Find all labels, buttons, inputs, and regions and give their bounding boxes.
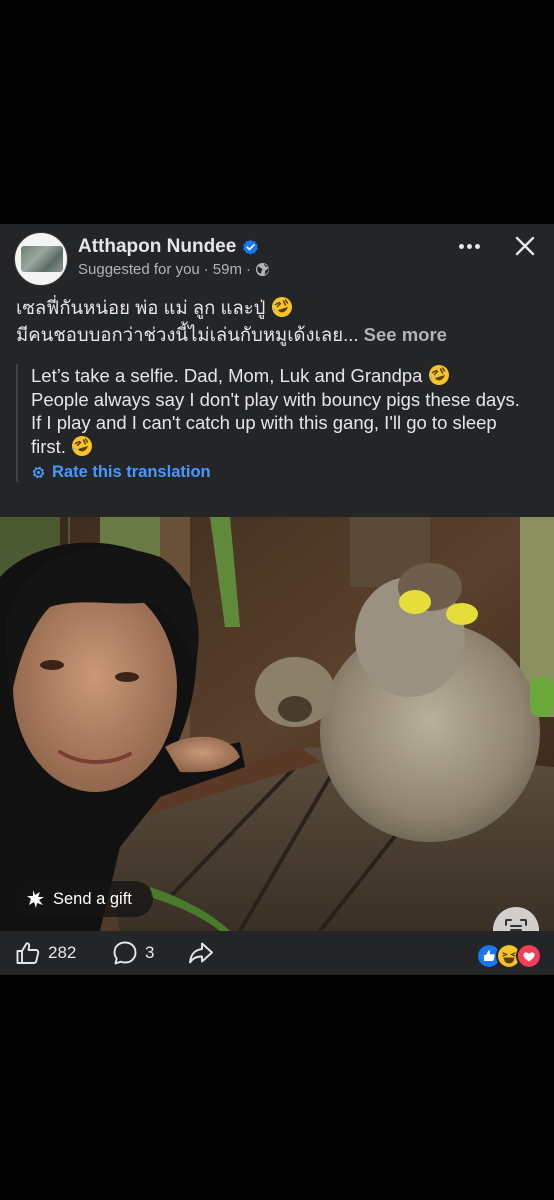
translation-text: Let’s take a selfie. Dad, Mom, Luk and G… xyxy=(31,364,536,458)
share-icon xyxy=(189,942,213,964)
translation-line: Let’s take a selfie. Dad, Mom, Luk and G… xyxy=(31,364,536,388)
comment-count: 3 xyxy=(145,943,155,962)
comment-icon xyxy=(113,941,137,965)
original-text-line: เซลฟี่กันหน่อย พ่อ แม่ ลูก และปู่ xyxy=(16,294,541,321)
rolling-laughing-emoji xyxy=(428,365,449,385)
text-scan-icon xyxy=(505,919,527,931)
translation-line-1: Let’s take a selfie. Dad, Mom, Luk and G… xyxy=(31,365,423,386)
more-options-button[interactable] xyxy=(455,234,483,258)
rolling-laughing-emoji xyxy=(271,297,292,317)
avatar-photo xyxy=(21,246,63,272)
gift-icon xyxy=(27,890,44,908)
gear-icon xyxy=(32,466,45,479)
send-gift-button[interactable]: Send a gift xyxy=(15,881,153,917)
comment-button[interactable]: 3 xyxy=(112,931,154,975)
share-button[interactable] xyxy=(187,931,215,975)
like-icon xyxy=(16,942,40,964)
send-gift-label: Send a gift xyxy=(53,889,132,908)
close-icon[interactable] xyxy=(512,233,538,259)
verified-badge-icon xyxy=(243,239,259,255)
translation-block: Let’s take a selfie. Dad, Mom, Luk and G… xyxy=(16,364,536,482)
meta-separator: · xyxy=(203,261,209,278)
original-line-1: เซลฟี่กันหน่อย พ่อ แม่ ลูก และปู่ xyxy=(16,297,266,318)
translation-line-2: People always say I don't play with boun… xyxy=(31,388,520,410)
like-count: 282 xyxy=(48,943,77,962)
author-avatar[interactable] xyxy=(14,232,68,286)
more-options-icon xyxy=(458,243,464,249)
photo-image xyxy=(0,517,554,931)
meta-separator: · xyxy=(245,261,251,278)
translation-line: If I play and I can't catch up with this… xyxy=(31,411,536,458)
like-button[interactable]: 282 xyxy=(15,931,76,975)
author-name[interactable]: Atthapon Nundee xyxy=(78,236,236,258)
rolling-laughing-emoji xyxy=(72,435,93,456)
post-photo[interactable]: Send a gift xyxy=(0,517,554,931)
post-meta: Suggested for you · 59m · xyxy=(78,261,270,278)
more-options-icon xyxy=(466,243,472,249)
love-reaction-icon xyxy=(516,943,542,969)
reactions-summary[interactable] xyxy=(476,943,542,969)
post-actions-bar: 282 3 xyxy=(0,931,554,975)
suggested-label: Suggested for you xyxy=(78,261,200,278)
more-options-icon xyxy=(474,243,480,249)
original-text-line: มีคนชอบบอกว่าช่วงนี้ไม่เล่นกับหมูเด้งเลย… xyxy=(16,321,541,348)
globe-icon xyxy=(255,262,270,277)
post-original-text: เซลฟี่กันหน่อย พ่อ แม่ ลูก และปู่ มีคนชอ… xyxy=(16,294,541,348)
post-card: Atthapon Nundee Suggested for you · 59m … xyxy=(0,224,554,975)
rate-translation-button[interactable]: Rate this translation xyxy=(31,463,536,482)
author-row: Atthapon Nundee xyxy=(78,236,259,258)
see-more-link[interactable]: See more xyxy=(364,324,447,345)
translation-line-3: If I play and I can't catch up with this… xyxy=(31,412,497,457)
rate-translation-label: Rate this translation xyxy=(52,463,211,481)
original-line-2: มีคนชอบบอกว่าช่วงนี้ไม่เล่นกับหมูเด้งเลย… xyxy=(16,324,359,345)
post-time[interactable]: 59m xyxy=(213,261,242,278)
